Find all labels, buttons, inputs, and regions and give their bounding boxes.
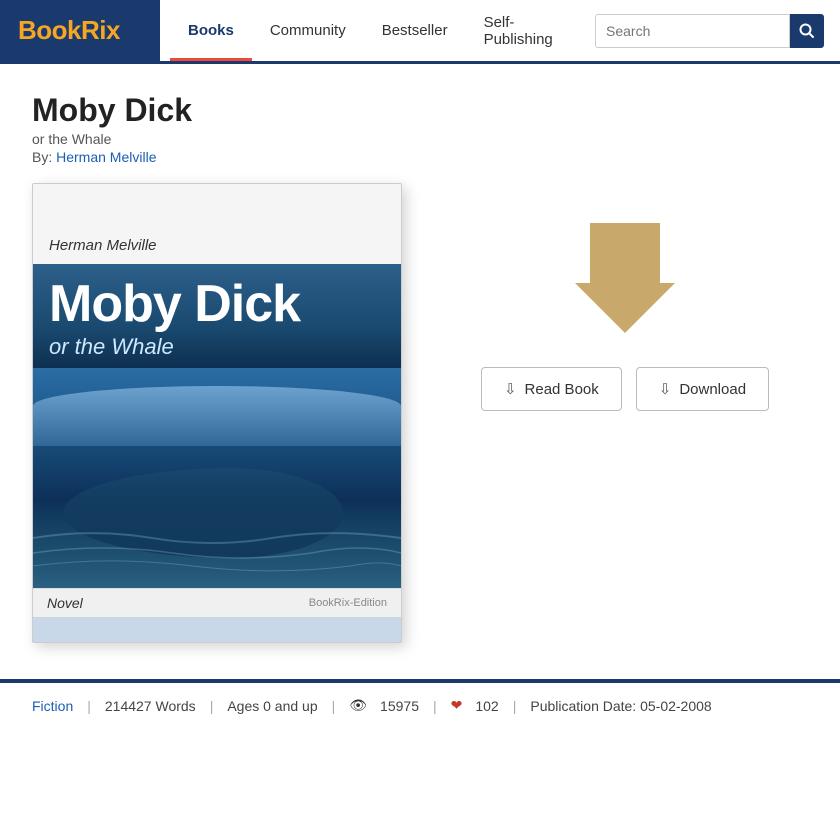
logo: BookRix bbox=[18, 15, 120, 46]
view-count: 15975 bbox=[380, 698, 419, 714]
publication-date: Publication Date: 05-02-2008 bbox=[530, 698, 711, 714]
cover-title: Moby Dick bbox=[49, 278, 385, 330]
cover-subtitle: or the Whale bbox=[49, 334, 385, 360]
book-title: Moby Dick bbox=[32, 92, 808, 129]
read-book-label: Read Book bbox=[525, 381, 599, 398]
download-arrow-icon bbox=[575, 223, 675, 333]
read-book-button[interactable]: ⇩ Read Book bbox=[481, 367, 622, 411]
search-icon bbox=[799, 23, 815, 39]
book-author: By: Herman Melville bbox=[32, 149, 808, 165]
action-buttons: ⇩ Read Book ⇩ Download bbox=[442, 367, 808, 411]
sep1: | bbox=[87, 698, 91, 714]
search-area bbox=[595, 14, 824, 48]
main-content: Moby Dick or the Whale By: Herman Melvil… bbox=[0, 64, 840, 643]
cover-top: Herman Melville bbox=[33, 184, 401, 264]
like-count: 102 bbox=[475, 698, 498, 714]
nav: Books Community Bestseller Self-Publishi… bbox=[160, 0, 595, 61]
sep3: | bbox=[332, 698, 336, 714]
cover-title-area: Moby Dick or the Whale bbox=[33, 264, 401, 368]
book-right: ⇩ Read Book ⇩ Download bbox=[442, 183, 808, 643]
sep5: | bbox=[513, 698, 517, 714]
age-range: Ages 0 and up bbox=[227, 698, 317, 714]
logo-area[interactable]: BookRix bbox=[0, 0, 160, 63]
ocean-surface bbox=[33, 386, 401, 446]
download-label: Download bbox=[679, 381, 746, 398]
read-icon: ⇩ bbox=[504, 380, 517, 398]
search-input[interactable] bbox=[595, 14, 790, 48]
nav-item-community[interactable]: Community bbox=[252, 0, 364, 61]
nav-item-bestseller[interactable]: Bestseller bbox=[364, 0, 466, 61]
cover-ocean bbox=[33, 368, 401, 588]
download-button[interactable]: ⇩ Download bbox=[636, 367, 769, 411]
sep2: | bbox=[210, 698, 214, 714]
book-section: Herman Melville Moby Dick or the Whale N… bbox=[32, 183, 808, 643]
cover-novel-label: Novel bbox=[47, 595, 83, 611]
cover-edition-label: BookRix-Edition bbox=[309, 597, 387, 609]
cover-bottom-bar: Novel BookRix-Edition bbox=[33, 588, 401, 617]
book-cover: Herman Melville Moby Dick or the Whale N… bbox=[32, 183, 402, 643]
header: BookRix Books Community Bestseller Self-… bbox=[0, 0, 840, 64]
sep4: | bbox=[433, 698, 437, 714]
nav-item-books[interactable]: Books bbox=[170, 0, 252, 61]
author-prefix: By: bbox=[32, 149, 56, 165]
author-link[interactable]: Herman Melville bbox=[56, 149, 156, 165]
cover-author: Herman Melville bbox=[49, 237, 157, 254]
nav-item-selfpublishing[interactable]: Self-Publishing bbox=[466, 0, 595, 61]
info-bar: Fiction | 214427 Words | Ages 0 and up |… bbox=[0, 679, 840, 728]
download-icon: ⇩ bbox=[659, 380, 672, 398]
heart-icon: ❤ bbox=[451, 697, 463, 714]
word-count: 214427 Words bbox=[105, 698, 196, 714]
eye-icon: 👁 bbox=[349, 697, 367, 714]
genre-link[interactable]: Fiction bbox=[32, 698, 73, 714]
search-button[interactable] bbox=[790, 14, 824, 48]
water-lines bbox=[33, 518, 401, 578]
book-subtitle: or the Whale bbox=[32, 131, 808, 147]
